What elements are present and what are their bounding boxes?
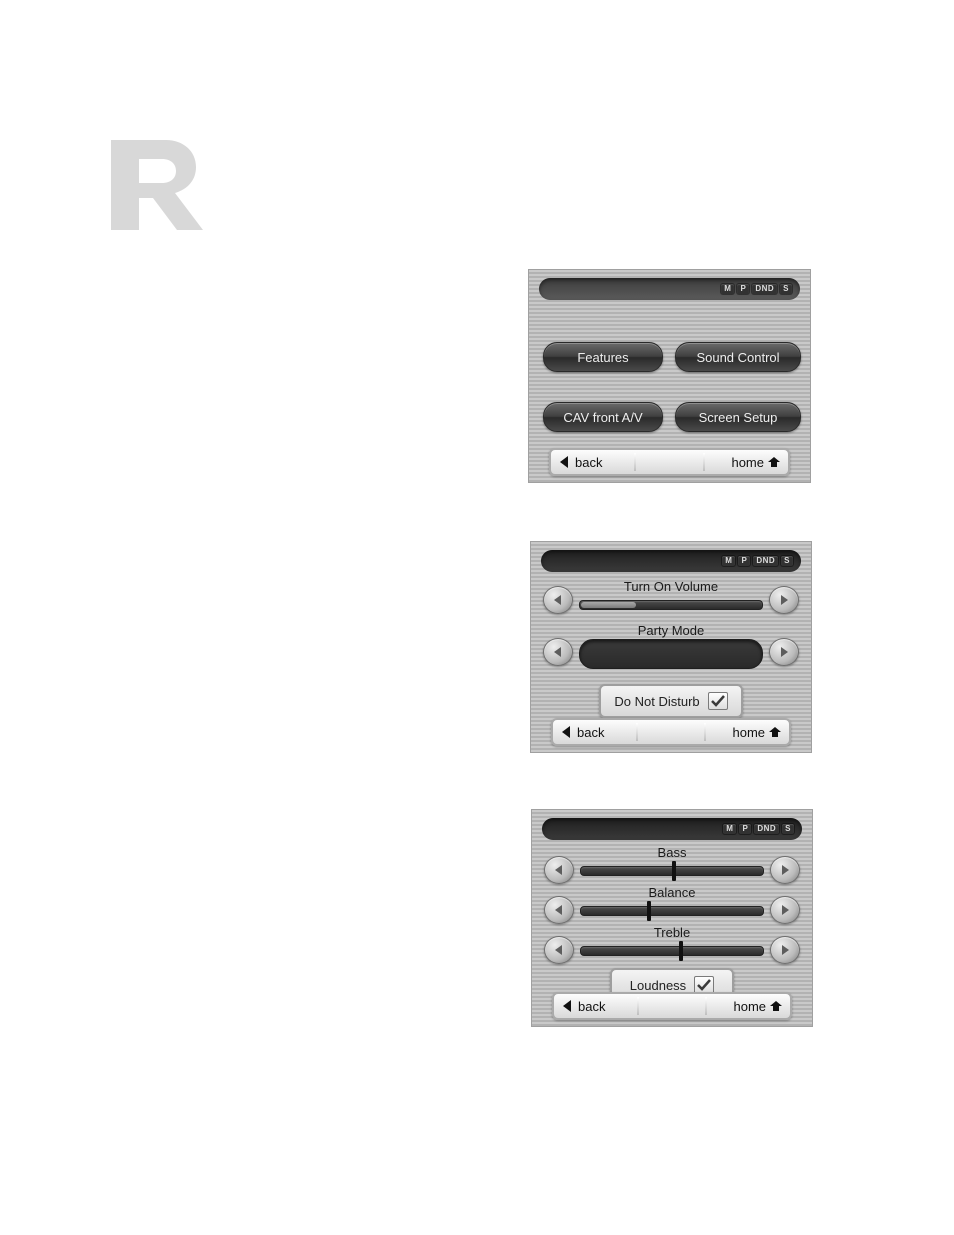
bottom-nav: back home <box>551 718 791 746</box>
party-mode-value <box>579 639 763 669</box>
back-icon <box>561 726 573 738</box>
turn-on-volume-fill <box>581 602 636 608</box>
status-p: P <box>737 284 749 294</box>
balance-left[interactable] <box>544 896 574 924</box>
brand-logo <box>111 140 203 230</box>
back-label: back <box>577 726 604 739</box>
arrow-right-icon <box>780 865 790 875</box>
arrow-left-icon <box>554 905 564 915</box>
do-not-disturb-toggle[interactable]: Do Not Disturb <box>599 684 743 718</box>
bass-decrease[interactable] <box>544 856 574 884</box>
back-button[interactable]: back <box>551 456 634 469</box>
back-button[interactable]: back <box>554 1000 637 1013</box>
home-icon <box>770 1000 782 1012</box>
arrow-right-icon <box>779 647 789 657</box>
home-button[interactable]: home <box>707 1000 790 1013</box>
arrow-left-icon <box>553 595 563 605</box>
arrow-right-icon <box>779 595 789 605</box>
checkmark-icon <box>708 692 728 710</box>
treble-decrease[interactable] <box>544 936 574 964</box>
home-button[interactable]: home <box>706 726 789 739</box>
status-m: M <box>723 824 736 834</box>
party-mode-label: Party Mode <box>579 624 763 637</box>
turn-on-volume-track[interactable] <box>579 600 763 610</box>
treble-label: Treble <box>580 926 764 939</box>
balance-track[interactable] <box>580 906 764 916</box>
features-button[interactable]: Features <box>543 342 663 372</box>
status-bar: M P DND S <box>541 550 801 572</box>
status-dnd: DND <box>753 556 778 566</box>
screen-setup-button[interactable]: Screen Setup <box>675 402 801 432</box>
home-icon <box>769 726 781 738</box>
turn-on-volume-increase[interactable] <box>769 586 799 614</box>
treble-track[interactable] <box>580 946 764 956</box>
status-s: S <box>782 824 794 834</box>
turn-on-volume-decrease[interactable] <box>543 586 573 614</box>
balance-right[interactable] <box>770 896 800 924</box>
turn-on-volume-label: Turn On Volume <box>579 580 763 593</box>
home-button[interactable]: home <box>705 456 788 469</box>
status-bar: M P DND S <box>542 818 802 840</box>
balance-label: Balance <box>580 886 764 899</box>
bottom-nav: back home <box>549 448 790 476</box>
cav-front-av-button[interactable]: CAV front A/V <box>543 402 663 432</box>
do-not-disturb-label: Do Not Disturb <box>614 695 699 708</box>
sound-control-button[interactable]: Sound Control <box>675 342 801 372</box>
arrow-right-icon <box>780 905 790 915</box>
arrow-left-icon <box>553 647 563 657</box>
status-p: P <box>739 824 751 834</box>
bass-track[interactable] <box>580 866 764 876</box>
balance-indicator <box>647 901 651 921</box>
treble-indicator <box>679 941 683 961</box>
home-label: home <box>732 726 765 739</box>
device-screen-setup-menu: M P DND S Features Sound Control CAV fro… <box>528 269 811 483</box>
home-label: home <box>731 456 764 469</box>
arrow-left-icon <box>554 945 564 955</box>
party-mode-next[interactable] <box>769 638 799 666</box>
back-label: back <box>578 1000 605 1013</box>
arrow-right-icon <box>780 945 790 955</box>
status-dnd: DND <box>752 284 777 294</box>
status-s: S <box>780 284 792 294</box>
back-icon <box>562 1000 574 1012</box>
status-dnd: DND <box>754 824 779 834</box>
bottom-nav: back home <box>552 992 792 1020</box>
treble-increase[interactable] <box>770 936 800 964</box>
home-icon <box>768 456 780 468</box>
device-screen-features: M P DND S Turn On Volume Party Mode Do N… <box>530 541 812 753</box>
status-m: M <box>721 284 734 294</box>
home-label: home <box>733 1000 766 1013</box>
status-m: M <box>722 556 735 566</box>
loudness-label: Loudness <box>630 979 686 992</box>
status-bar: M P DND S <box>539 278 800 300</box>
back-icon <box>559 456 571 468</box>
bass-increase[interactable] <box>770 856 800 884</box>
device-screen-sound-control: M P DND S Bass Balance Treble <box>531 809 813 1027</box>
bass-label: Bass <box>580 846 764 859</box>
status-p: P <box>738 556 750 566</box>
bass-indicator <box>672 861 676 881</box>
back-button[interactable]: back <box>553 726 636 739</box>
back-label: back <box>575 456 602 469</box>
arrow-left-icon <box>554 865 564 875</box>
party-mode-prev[interactable] <box>543 638 573 666</box>
status-s: S <box>781 556 793 566</box>
